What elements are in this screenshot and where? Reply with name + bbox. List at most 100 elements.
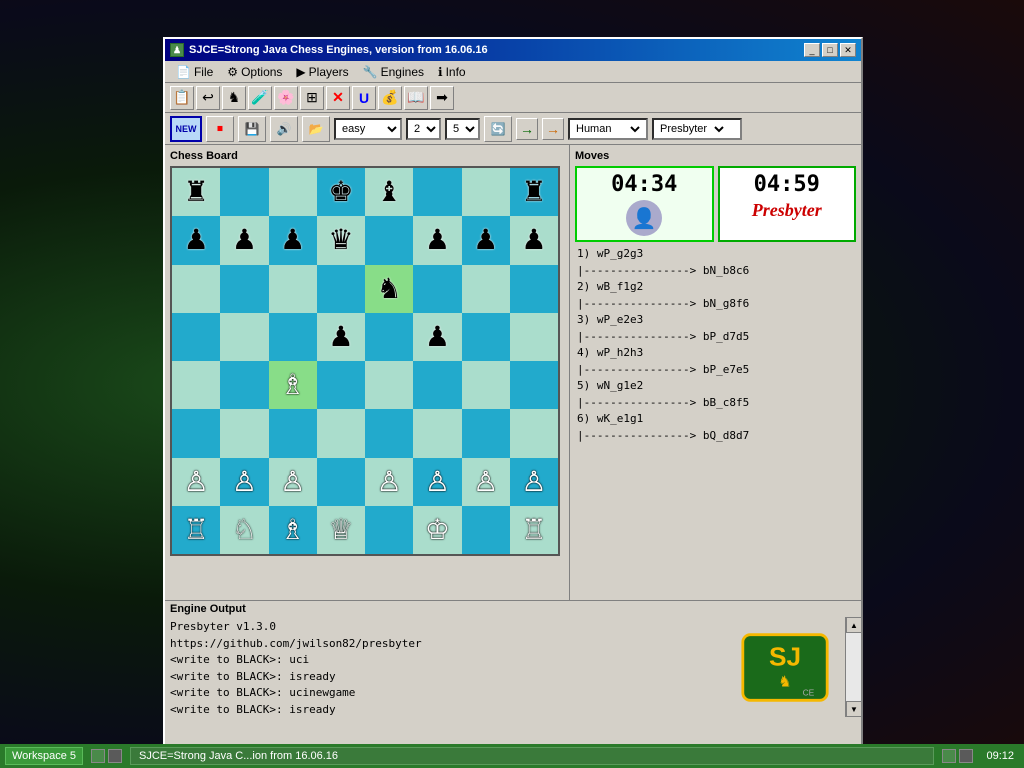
level1-select-wrapper[interactable]: 1 2 3 4 5: [406, 118, 441, 140]
board-cell[interactable]: [220, 361, 268, 409]
player1-select[interactable]: Human Computer: [570, 119, 643, 139]
board-cell[interactable]: [269, 168, 317, 216]
board-cell[interactable]: [172, 313, 220, 361]
board-cell[interactable]: ♟: [269, 216, 317, 264]
toolbar-arrow-btn[interactable]: ➡: [430, 86, 454, 110]
board-cell[interactable]: ♜: [172, 168, 220, 216]
toolbar-knight-btn[interactable]: ♞: [222, 86, 246, 110]
sound-btn[interactable]: 🔊: [270, 116, 298, 142]
board-cell[interactable]: [510, 361, 558, 409]
minimize-button[interactable]: _: [804, 43, 820, 57]
board-cell[interactable]: [269, 265, 317, 313]
level2-select[interactable]: 1 2 3 4 5: [447, 119, 478, 139]
menu-options[interactable]: ⚙ Options: [221, 63, 288, 81]
menu-engines[interactable]: 🔧 Engines: [357, 63, 430, 81]
board-cell[interactable]: ♙: [269, 458, 317, 506]
toolbar-coin-btn[interactable]: 💰: [378, 86, 402, 110]
board-cell[interactable]: ♔: [413, 506, 461, 554]
board-cell[interactable]: ♖: [172, 506, 220, 554]
board-cell[interactable]: [317, 265, 365, 313]
board-cell[interactable]: [462, 168, 510, 216]
arrow2-btn[interactable]: →: [542, 118, 564, 140]
board-cell[interactable]: [510, 409, 558, 457]
player2-select-wrapper[interactable]: Presbyter Human Computer: [652, 118, 742, 140]
scroll-down-btn[interactable]: ▼: [846, 701, 862, 717]
player2-select[interactable]: Presbyter Human Computer: [654, 119, 727, 139]
board-cell[interactable]: ♙: [220, 458, 268, 506]
board-cell[interactable]: [510, 265, 558, 313]
player1-select-wrapper[interactable]: Human Computer: [568, 118, 648, 140]
board-cell[interactable]: ♙: [413, 458, 461, 506]
stop-btn[interactable]: ⏹: [206, 116, 234, 142]
board-cell[interactable]: [510, 313, 558, 361]
chess-board[interactable]: ♜♚♝♜♟♟♟♛♟♟♟♞♟♟♗♙♙♙♙♙♙♙♖♘♗♕♔♖: [170, 166, 560, 556]
toolbar-flask-btn[interactable]: 🧪: [248, 86, 272, 110]
board-cell[interactable]: ♝: [365, 168, 413, 216]
board-cell[interactable]: ♛: [317, 216, 365, 264]
board-cell[interactable]: ♖: [510, 506, 558, 554]
board-cell[interactable]: [220, 265, 268, 313]
board-cell[interactable]: [413, 265, 461, 313]
board-cell[interactable]: [365, 313, 413, 361]
save-btn[interactable]: 💾: [238, 116, 266, 142]
board-cell[interactable]: ♟: [462, 216, 510, 264]
board-cell[interactable]: [220, 168, 268, 216]
board-cell[interactable]: [462, 506, 510, 554]
board-cell[interactable]: ♟: [413, 313, 461, 361]
engine-scrollbar[interactable]: ▲ ▼: [845, 617, 861, 717]
board-cell[interactable]: [413, 361, 461, 409]
difficulty-select-wrapper[interactable]: easy medium hard expert: [334, 118, 402, 140]
level1-select[interactable]: 1 2 3 4 5: [408, 119, 439, 139]
board-cell[interactable]: [172, 361, 220, 409]
toolbar-u-btn[interactable]: U: [352, 86, 376, 110]
board-cell[interactable]: [365, 506, 413, 554]
taskbar-workspace[interactable]: Workspace 5: [5, 747, 83, 765]
board-cell[interactable]: ♟: [413, 216, 461, 264]
board-cell[interactable]: ♘: [220, 506, 268, 554]
board-cell[interactable]: ♙: [510, 458, 558, 506]
board-cell[interactable]: [462, 313, 510, 361]
board-cell[interactable]: ♟: [510, 216, 558, 264]
board-cell[interactable]: [172, 409, 220, 457]
board-cell[interactable]: [317, 361, 365, 409]
board-cell[interactable]: ♟: [317, 313, 365, 361]
board-cell[interactable]: [317, 409, 365, 457]
board-cell[interactable]: [462, 361, 510, 409]
board-cell[interactable]: ♙: [172, 458, 220, 506]
board-cell[interactable]: ♜: [510, 168, 558, 216]
toolbar-flower-btn[interactable]: 🌸: [274, 86, 298, 110]
menu-file[interactable]: 📄 File: [170, 63, 219, 81]
board-cell[interactable]: ♟: [172, 216, 220, 264]
level2-select-wrapper[interactable]: 1 2 3 4 5: [445, 118, 480, 140]
board-cell[interactable]: [413, 168, 461, 216]
board-cell[interactable]: [365, 216, 413, 264]
board-cell[interactable]: [413, 409, 461, 457]
rotate-btn[interactable]: 🔄: [484, 116, 512, 142]
toolbar-grid-btn[interactable]: ⊞: [300, 86, 324, 110]
board-cell[interactable]: ♞: [365, 265, 413, 313]
board-cell[interactable]: [365, 409, 413, 457]
menu-players[interactable]: ▶ Players: [290, 63, 354, 81]
board-cell[interactable]: ♕: [317, 506, 365, 554]
board-cell[interactable]: ♙: [365, 458, 413, 506]
board-cell[interactable]: [462, 265, 510, 313]
maximize-button[interactable]: □: [822, 43, 838, 57]
toolbar-log-btn[interactable]: 📋: [170, 86, 194, 110]
board-cell[interactable]: ♙: [462, 458, 510, 506]
toolbar-book-btn[interactable]: 📖: [404, 86, 428, 110]
board-cell[interactable]: [317, 458, 365, 506]
scroll-up-btn[interactable]: ▲: [846, 617, 862, 633]
board-cell[interactable]: [365, 361, 413, 409]
close-button[interactable]: ✕: [840, 43, 856, 57]
taskbar-task[interactable]: SJCE=Strong Java C...ion from 16.06.16: [130, 747, 934, 765]
board-cell[interactable]: [269, 409, 317, 457]
board-cell[interactable]: ♚: [317, 168, 365, 216]
new-game-btn[interactable]: NEW: [170, 116, 202, 142]
board-cell[interactable]: [220, 409, 268, 457]
board-cell[interactable]: [269, 313, 317, 361]
toolbar-x-btn[interactable]: ✕: [326, 86, 350, 110]
board-cell[interactable]: [220, 313, 268, 361]
arrow1-btn[interactable]: →: [516, 118, 538, 140]
difficulty-select[interactable]: easy medium hard expert: [336, 119, 400, 139]
board-cell[interactable]: [462, 409, 510, 457]
